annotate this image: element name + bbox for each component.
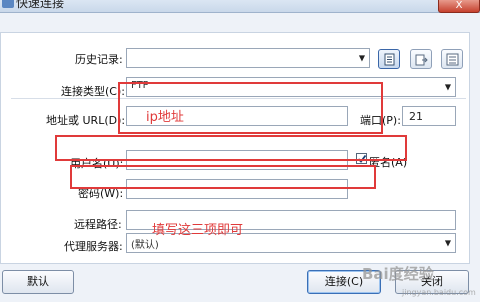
history-combo[interactable]: ▼	[126, 48, 370, 68]
dialog-body: 历史记录: ▼ 连接类型(C): FTP ▼ 地址或 URL(D): 端口(P)…	[0, 13, 480, 302]
address-label: 地址或 URL(D):	[46, 114, 126, 127]
watermark-url: jingyan.baidu.com	[402, 288, 476, 297]
default-button[interactable]: 默认	[2, 270, 74, 294]
history-label: 历史记录:	[75, 53, 123, 66]
chevron-down-icon: ▼	[444, 238, 451, 248]
proxy-value: (默认)	[131, 240, 159, 251]
port-input[interactable]: 21	[402, 106, 456, 126]
proxy-label: 代理服务器:	[64, 240, 123, 253]
connection-type-label: 连接类型(C):	[61, 85, 125, 98]
annotation-box-username	[55, 135, 407, 161]
import-button[interactable]	[410, 49, 432, 69]
chevron-down-icon: ▼	[358, 53, 365, 63]
window-close-button[interactable]: X	[438, 0, 480, 13]
title-bar: 快速连接 X	[0, 0, 480, 13]
document-button[interactable]	[378, 49, 400, 69]
remote-path-label: 远程路径:	[74, 218, 122, 231]
document-icon	[384, 53, 395, 66]
export-button[interactable]	[441, 49, 463, 69]
import-icon	[415, 54, 428, 66]
chevron-down-icon: ▼	[444, 82, 451, 92]
annotation-ip-address: ip地址	[146, 110, 184, 125]
window-title: 快速连接	[16, 0, 65, 10]
annotation-box-password	[70, 165, 376, 189]
export-icon	[446, 53, 459, 66]
app-icon	[2, 0, 14, 8]
annotation-note: 填写这三项即可	[152, 223, 244, 238]
port-value: 21	[409, 110, 423, 123]
watermark: Bai度经验	[362, 265, 434, 283]
